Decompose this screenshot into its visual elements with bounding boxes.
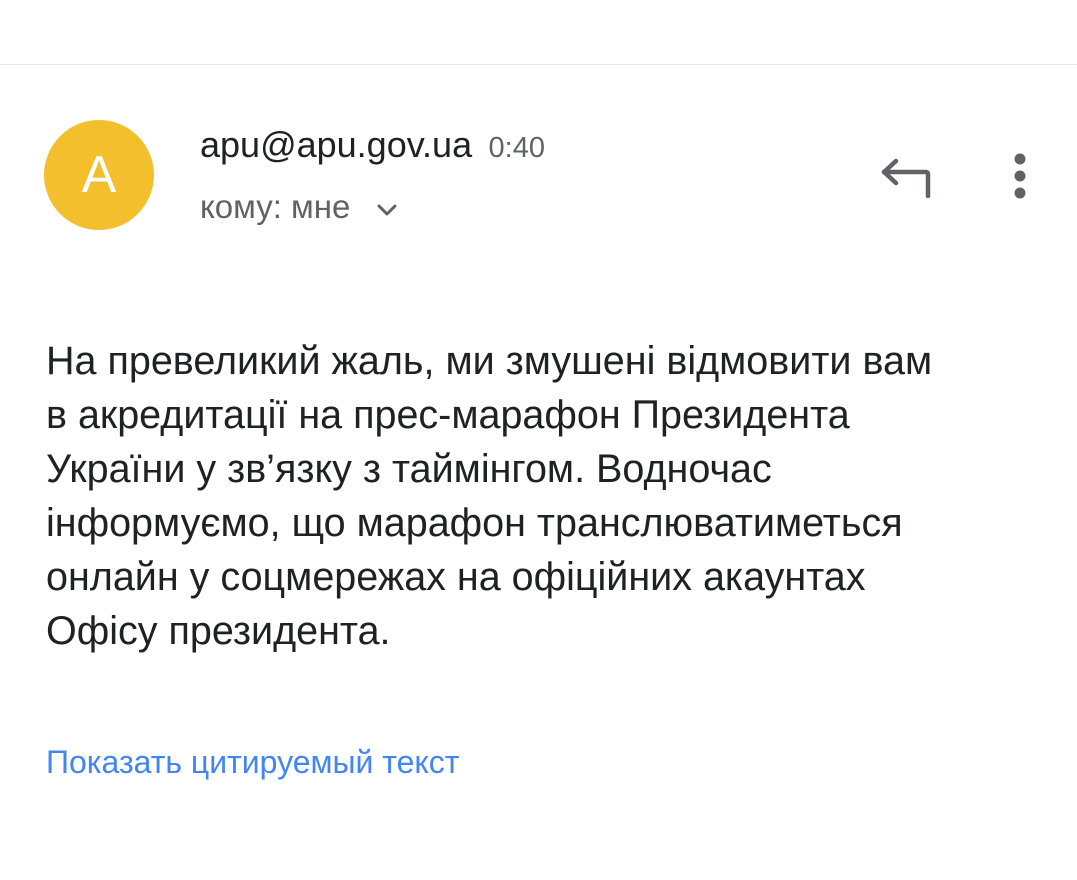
recipient-details-toggle[interactable]: кому: мне [200,188,398,226]
chevron-down-icon [376,187,398,225]
body-line: Офісу президента. [46,609,391,653]
body-line: в акредитації на прес-марафон Президента [46,393,850,437]
more-options-button[interactable] [995,148,1045,204]
message-time: 0:40 [488,132,545,164]
sender-line: apu@apu.gov.ua 0:40 [200,124,545,166]
top-divider [0,64,1077,65]
avatar-letter: A [81,146,117,204]
recipient-label: кому: мне [200,188,351,225]
body-line: України у зв’язку з таймінгом. Водночас [46,447,772,491]
sender-address: apu@apu.gov.ua [200,124,473,165]
body-line: На превеликий жаль, ми змушені відмовити… [46,339,933,383]
sender-avatar[interactable]: A [44,120,154,230]
reply-button[interactable] [870,150,940,206]
body-line: інформуємо, що марафон транслюватиметься [46,501,903,545]
more-vert-icon [1014,153,1026,199]
show-quoted-text-link[interactable]: Показать цитируемый текст [46,744,459,781]
body-line: онлайн у соцмережах на офіційних акаунта… [46,555,866,599]
reply-icon [881,158,931,198]
message-body: На превеликий жаль, ми змушені відмовити… [46,334,1046,658]
